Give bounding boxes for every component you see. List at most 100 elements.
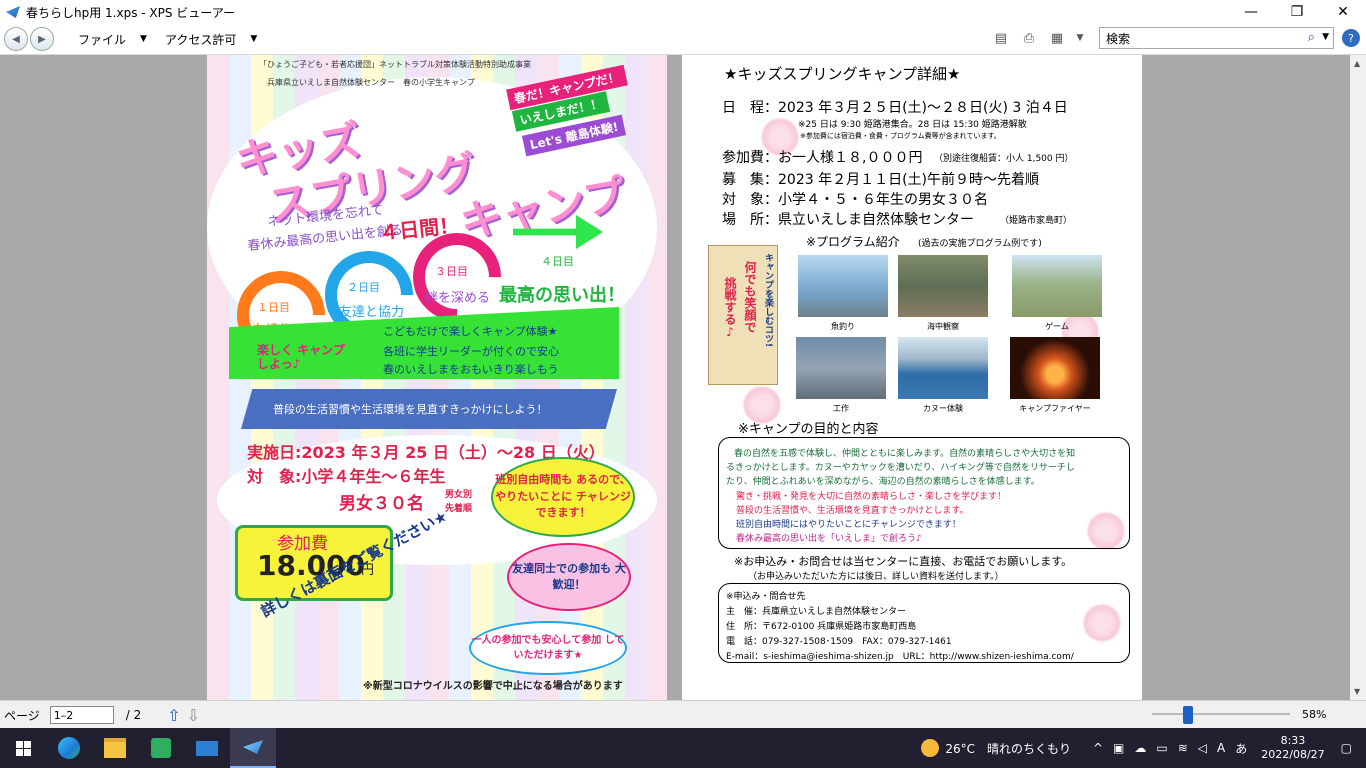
maximize-button[interactable]: ❐ <box>1274 0 1320 24</box>
photo-fishing <box>798 255 888 317</box>
wifi-icon[interactable]: ≋ <box>1178 741 1188 755</box>
detail-schedule-note1: ※25 日は 9:30 姫路港集合。28 日は 15:30 姫路港解散 <box>798 120 1027 130</box>
back-arrow-icon: ◀ <box>12 33 20 45</box>
zoom-dropdown-icon[interactable]: ▼ <box>1075 29 1085 47</box>
scroll-text-tips: キャンプを楽しむコツ! <box>763 253 773 348</box>
zoom-level-icon[interactable]: ▦ <box>1047 29 1067 47</box>
day2-caption: 友達と協力 <box>339 305 405 320</box>
scroll-down-icon[interactable]: ▼ <box>1354 687 1360 696</box>
notes-icon <box>151 738 171 758</box>
clock[interactable]: 8:33 2022/08/27 <box>1261 734 1324 762</box>
flyer-banner-left: 楽しく キャンプ しよっ♪ <box>257 343 345 372</box>
forward-button[interactable]: ▶ <box>30 27 54 51</box>
folder-icon <box>104 738 126 758</box>
sticky-notes-button[interactable] <box>138 728 184 768</box>
page-number-input[interactable]: 1–2 <box>49 706 114 724</box>
day3-label: ３日目 <box>435 265 468 278</box>
flyer-header-line2: 兵庫県立いえしま自然体験センター 春の小学生キャンプ <box>267 78 475 87</box>
windows-icon <box>15 740 31 756</box>
flyer-quota: 男女３０名 <box>339 494 424 514</box>
outline-icon[interactable]: ▤ <box>991 29 1011 47</box>
contact-web: E-mail：s-ieshima@ieshima-shizen.jp URL：h… <box>726 652 1074 662</box>
onedrive-icon[interactable]: ☁ <box>1134 741 1146 755</box>
page-total: / 2 <box>125 708 142 722</box>
weather-icon[interactable] <box>921 739 940 757</box>
purpose-blue: 班別自由時間にはやりたいことにチャレンジできます！ <box>736 520 961 530</box>
purpose-title: ※キャンプの目的と内容 <box>738 422 879 437</box>
photo-craft-caption: 工作 <box>833 404 849 413</box>
photo-campfire <box>1010 337 1100 399</box>
contact-title: ※申込み・問合せ先 <box>726 592 806 602</box>
search-icon[interactable]: ⌕ <box>1308 30 1315 45</box>
clock-time: 8:33 <box>1280 734 1306 748</box>
next-page-icon[interactable]: ⇩ <box>187 706 200 725</box>
detail-fee: 参加費：お一人様１８,０００円 <box>722 150 923 166</box>
contact-host: 主 催：兵庫県立いえしま自然体験センター <box>726 607 907 617</box>
ime-icon[interactable]: あ <box>1235 740 1247 757</box>
explorer-button[interactable] <box>92 728 138 768</box>
apply-note1: ※お申込み・お問合せは当センターに直接、お電話でお願いします。 <box>734 555 1073 568</box>
flyer-target: 対 象:小学４年生～６年生 <box>247 467 446 486</box>
chevron-down-icon: ▼ <box>250 34 258 44</box>
back-button[interactable]: ◀ <box>4 27 28 51</box>
zoom-slider-track[interactable] <box>1152 713 1290 715</box>
window-title: 春ちらしhp用 1.xps - XPS ビューアー <box>26 5 236 20</box>
zoom-level: 58% <box>1302 708 1327 721</box>
photo-fishing-caption: 魚釣り <box>831 322 855 331</box>
photo-game-caption: ゲーム <box>1045 322 1069 331</box>
minimize-button[interactable]: — <box>1228 0 1274 24</box>
photo-sea-observation-caption: 海中観察 <box>927 322 959 331</box>
scroll-text-challenge: 挑戦する♪ <box>723 277 737 339</box>
photo-sea-observation <box>898 255 988 317</box>
access-menu-label: アクセス許可 <box>164 32 237 47</box>
search-dropdown-icon[interactable]: ▼ <box>1322 32 1329 42</box>
zoom-slider-thumb[interactable] <box>1183 706 1193 724</box>
photo-craft <box>796 337 886 399</box>
forward-arrow-icon: ▶ <box>38 33 46 45</box>
day4-caption: 最高の思い出！ <box>499 285 625 306</box>
close-button[interactable]: ✕ <box>1320 0 1366 24</box>
toolbar: ◀ ▶ ファイル ▼ アクセス許可 ▼ ▤ ⎙ ▦ ▼ 検索 ⌕ ▼ ? <box>0 24 1366 55</box>
flyer-bubble-free-time: 班別自由時間も あるので、やりたいことに チャレンジできます！ <box>491 457 635 537</box>
edge-button[interactable] <box>46 728 92 768</box>
page-label: ページ <box>4 708 40 723</box>
taskbar: 26°C 晴れのちくもり ^ ▣ ☁ ▭ ≋ ◁ A あ 8:33 2022/0… <box>0 728 1366 768</box>
previous-page-icon[interactable]: ⇧ <box>167 706 180 725</box>
purpose-pink: 春休み最高の思い出を「いえしま」で創ろう♪ <box>736 534 922 544</box>
photo-game <box>1012 255 1102 317</box>
tray-overflow-icon[interactable]: ^ <box>1093 741 1103 755</box>
apply-note2: （お申込みいただいた方には後日、詳しい資料を送付します。） <box>748 572 1004 582</box>
document-viewer[interactable]: 「ひょうご子ども・若者応援団」ネットトラブル対策体験活動特別助成事業 兵庫県立い… <box>0 55 1350 700</box>
ime-mode-icon[interactable]: A <box>1217 741 1225 755</box>
notification-icon[interactable]: ▢ <box>1341 741 1352 755</box>
flyer-banner-line3: 春のいえしまをおもいきり楽しもう <box>383 363 559 376</box>
scroll-up-icon[interactable]: ▲ <box>1354 59 1360 68</box>
print-icon[interactable]: ⎙ <box>1019 29 1039 47</box>
flyer-bubble-friends: 友達同士での参加も 大歓迎！ <box>507 543 631 611</box>
file-menu[interactable]: ファイル ▼ <box>78 31 147 48</box>
xps-viewer-taskbar-button[interactable] <box>230 728 276 768</box>
flyer-bubble-solo: 一人の参加でも安心して参加 していただけます★ <box>469 621 627 675</box>
xps-viewer-app-icon <box>6 6 20 18</box>
flyer-page: 「ひょうご子ども・若者応援団」ネットトラブル対策体験活動特別助成事業 兵庫県立い… <box>207 55 667 700</box>
detail-recruit: 募 集：2023 年２月１１日(土)午前９時～先着順 <box>722 172 1040 188</box>
edge-icon <box>58 737 80 759</box>
contact-phone: 電 話：079-327-1508･1509 FAX：079-327-1461 <box>726 637 952 647</box>
detail-page: ★キッズスプリングキャンプ詳細★ 日 程：2023 年３月２５日(土)～２８日(… <box>682 55 1142 700</box>
meet-now-icon[interactable]: ▣ <box>1113 741 1124 755</box>
search-input[interactable]: 検索 ⌕ ▼ <box>1099 27 1334 49</box>
battery-icon[interactable]: ▭ <box>1156 741 1167 755</box>
flyer-quota-note1: 男女別 <box>445 490 473 500</box>
vertical-scrollbar[interactable]: ▲ ▼ <box>1350 55 1366 700</box>
weather-text[interactable]: 26°C 晴れのちくもり <box>945 740 1071 757</box>
detail-schedule: 日 程：2023 年３月２５日(土)～２８日(火) 3 泊４日 <box>722 100 1068 116</box>
detail-program-title: ※プログラム紹介 <box>806 235 900 249</box>
mail-button[interactable] <box>184 728 230 768</box>
access-menu[interactable]: アクセス許可 ▼ <box>165 31 257 48</box>
help-icon[interactable]: ? <box>1342 29 1360 47</box>
start-button[interactable] <box>0 728 46 768</box>
detail-fee-note: （別途往復船賃：小人 1,500 円） <box>934 154 1074 164</box>
purpose-line1: 春の自然を五感で体験し、仲間とともに楽しみます。自然の素晴らしさや大切さを知 <box>734 449 1076 459</box>
volume-icon[interactable]: ◁ <box>1198 741 1207 755</box>
detail-schedule-note2: ※参加費には宿泊費・食費・プログラム費等が含まれています。 <box>800 132 1001 140</box>
